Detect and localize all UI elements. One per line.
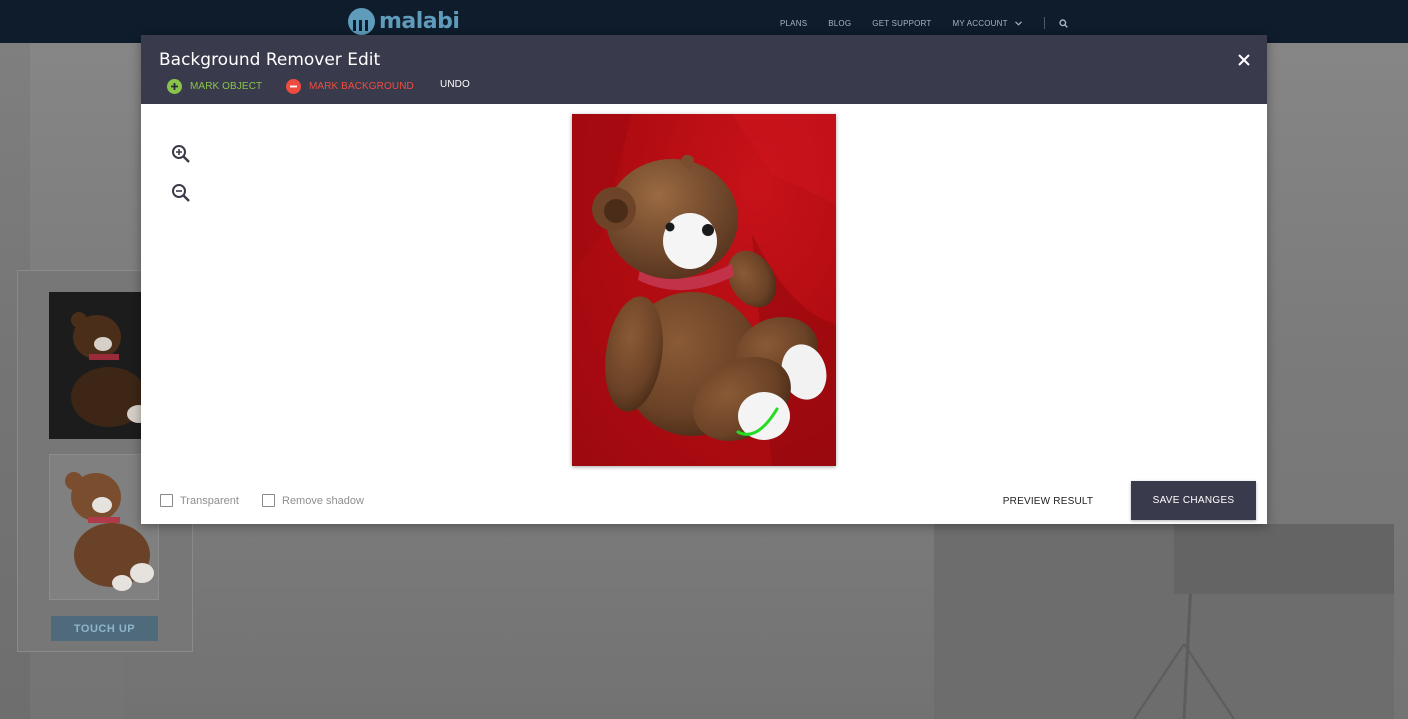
transparent-checkbox[interactable]: Transparent — [160, 494, 239, 507]
modal-header: Background Remover Edit MARK OBJECT MARK… — [141, 35, 1267, 104]
nav-links: PLANS BLOG GET SUPPORT MY ACCOUNT — [780, 17, 1069, 29]
remove-shadow-checkbox-box[interactable] — [262, 494, 275, 507]
minus-circle-icon — [286, 79, 301, 94]
studio-light-stand-graphic — [1133, 523, 1394, 719]
touch-up-button[interactable]: TOUCH UP — [51, 616, 158, 641]
preview-result-button[interactable]: PREVIEW RESULT — [998, 492, 1098, 510]
nav-my-account-label: MY ACCOUNT — [952, 18, 1008, 28]
mark-background-label: MARK BACKGROUND — [309, 81, 414, 92]
logo-text: malabi — [379, 8, 460, 34]
mark-object-tool[interactable]: MARK OBJECT — [167, 79, 262, 94]
chevron-down-icon — [1015, 21, 1023, 26]
backdrop-panel — [934, 523, 1394, 719]
transparent-checkbox-box[interactable] — [160, 494, 173, 507]
undo-label: UNDO — [440, 79, 470, 90]
nav-get-support[interactable]: GET SUPPORT — [872, 19, 931, 28]
remove-shadow-label: Remove shadow — [282, 494, 364, 507]
site-logo[interactable]: malabi — [348, 6, 460, 36]
nav-divider — [1044, 17, 1046, 29]
plus-circle-icon — [167, 79, 182, 94]
search-icon[interactable] — [1059, 18, 1069, 28]
edit-canvas[interactable] — [572, 114, 836, 466]
background-remover-modal: Background Remover Edit MARK OBJECT MARK… — [141, 35, 1267, 524]
nav-blog[interactable]: BLOG — [828, 19, 851, 28]
malabi-logo-icon — [348, 7, 375, 35]
transparent-label: Transparent — [180, 494, 239, 507]
close-icon — [1238, 54, 1250, 66]
zoom-in-button[interactable] — [170, 143, 192, 165]
nav-plans[interactable]: PLANS — [780, 19, 807, 28]
teddy-bear-image — [572, 114, 836, 466]
mark-background-tool[interactable]: MARK BACKGROUND — [286, 79, 414, 94]
zoom-out-button[interactable] — [170, 182, 192, 204]
zoom-in-icon — [172, 145, 190, 163]
undo-button[interactable]: UNDO — [440, 79, 470, 90]
nav-my-account[interactable]: MY ACCOUNT — [953, 19, 1023, 28]
close-button[interactable] — [1235, 51, 1253, 69]
remove-shadow-checkbox[interactable]: Remove shadow — [262, 494, 364, 507]
mark-object-label: MARK OBJECT — [190, 81, 263, 92]
backdrop-wall — [124, 524, 934, 719]
modal-title: Background Remover Edit — [159, 50, 381, 70]
save-changes-button[interactable]: SAVE CHANGES — [1131, 481, 1256, 520]
zoom-out-icon — [172, 184, 190, 202]
